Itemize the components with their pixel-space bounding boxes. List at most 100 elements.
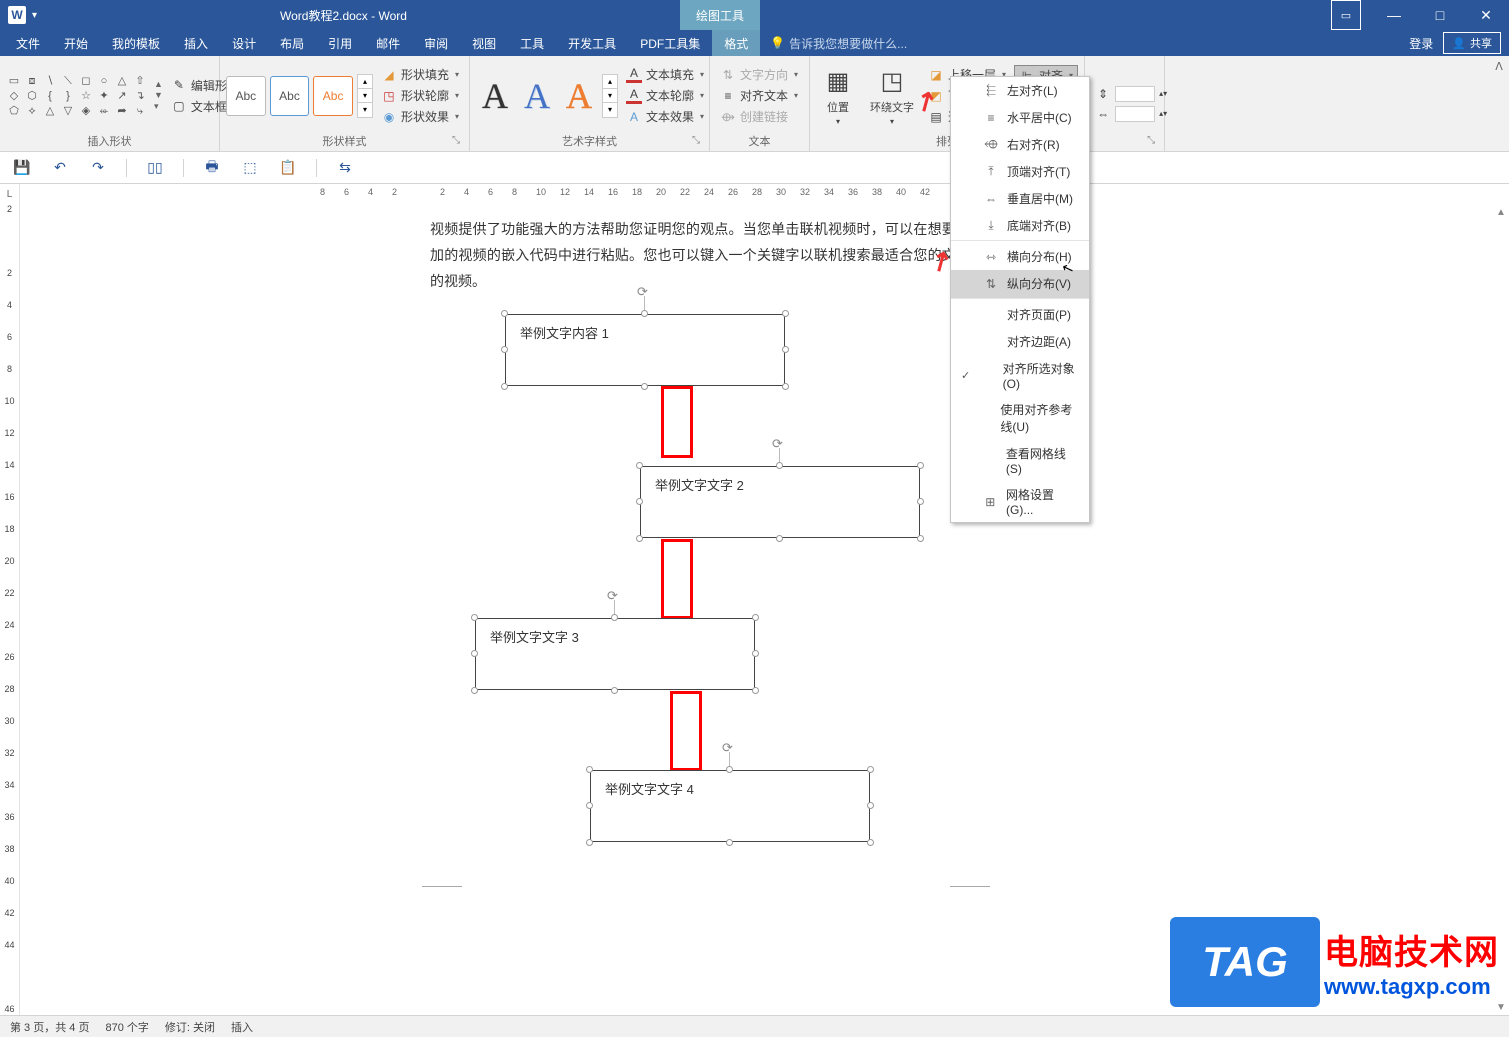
paste-icon[interactable]: 📋 — [278, 158, 298, 178]
tab-review[interactable]: 审阅 — [412, 30, 460, 56]
text-outline-button[interactable]: A文本轮廓▾ — [622, 86, 708, 105]
login-link[interactable]: 登录 — [1409, 35, 1433, 52]
gallery-more-icon[interactable]: ▾ — [154, 101, 163, 112]
wordart-preset-3[interactable]: A — [560, 75, 598, 117]
close-button[interactable]: ✕ — [1463, 0, 1509, 30]
tab-file[interactable]: 文件 — [4, 30, 52, 56]
align-text-button[interactable]: ≡对齐文本▾ — [716, 86, 802, 105]
shape-box-4[interactable]: ⟳ 举例文字文字 4 — [590, 770, 870, 842]
wordart-preset-1[interactable]: A — [476, 75, 514, 117]
tab-format[interactable]: 格式 — [712, 30, 760, 56]
align-menu-item[interactable]: 对齐边距(A) — [951, 328, 1089, 355]
align-menu-item[interactable]: ✓对齐所选对象(O) — [951, 355, 1089, 396]
vertical-ruler[interactable]: 2246810121416182022242628303234363840424… — [0, 204, 20, 1015]
status-word-count[interactable]: 870 个字 — [105, 1019, 148, 1035]
align-menu-item[interactable]: ⇔垂直居中(M) — [951, 185, 1089, 212]
tab-insert[interactable]: 插入 — [172, 30, 220, 56]
width-input[interactable]: ⇔ ▴▾ — [1091, 105, 1171, 123]
share-button[interactable]: 👤 共享 — [1443, 32, 1501, 54]
shape-style-preset-1[interactable]: Abc — [226, 76, 266, 116]
tab-selector-icon[interactable]: L — [0, 184, 20, 204]
shape-styles-launcher-icon[interactable]: ⤡ — [449, 135, 463, 149]
redo-icon[interactable]: ↷ — [88, 158, 108, 178]
menu-item-label: 使用对齐参考线(U) — [1000, 401, 1079, 435]
status-insert-mode[interactable]: 插入 — [231, 1019, 253, 1035]
maximize-button[interactable]: □ — [1417, 0, 1463, 30]
qat-dropdown-icon[interactable]: ▾ — [32, 10, 37, 21]
print-icon[interactable]: 🖶 — [202, 158, 222, 178]
document-title: Word教程2.docx - Word — [280, 7, 407, 24]
width-icon: ⇔ — [1095, 106, 1111, 122]
align-menu-item[interactable]: ⊞网格设置(G)... — [951, 481, 1089, 522]
align-dropdown-menu: ⬱左对齐(L)≡水平居中(C)⬲右对齐(R)⤒顶端对齐(T)⇔垂直居中(M)⤓底… — [950, 76, 1090, 523]
align-menu-item[interactable]: 查看网格线(S) — [951, 440, 1089, 481]
switch-icon[interactable]: ⇆ — [335, 158, 355, 178]
styles-more-icon[interactable]: ▾ — [358, 103, 372, 117]
document-area: 2246810121416182022242628303234363840424… — [0, 204, 1509, 1015]
tab-references[interactable]: 引用 — [316, 30, 364, 56]
horizontal-ruler[interactable]: 8642246810121416182022242628303234363840… — [20, 184, 1509, 204]
shape-outline-button[interactable]: ◳形状轮廓▾ — [377, 86, 463, 105]
shape-box-1[interactable]: ⟳ 举例文字内容 1 — [505, 314, 785, 386]
ribbon-display-options-icon[interactable]: ▭ — [1331, 0, 1361, 30]
tell-me-search[interactable]: 💡 告诉我您想要做什么... — [770, 30, 907, 56]
menu-item-label: 对齐边距(A) — [1007, 333, 1071, 350]
shape-box-3[interactable]: ⟳ 举例文字文字 3 — [475, 618, 755, 690]
align-menu-item[interactable]: ⬲右对齐(R) — [951, 131, 1089, 158]
menu-item-icon: ⬱ — [983, 83, 999, 99]
watermark-url: www.tagxp.com — [1324, 974, 1499, 1000]
menu-item-label: 垂直居中(M) — [1007, 190, 1073, 207]
shape-box-2[interactable]: ⟳ 举例文字文字 2 — [640, 466, 920, 538]
tab-mailings[interactable]: 邮件 — [364, 30, 412, 56]
tab-pdf-tools[interactable]: PDF工具集 — [628, 30, 712, 56]
text-fill-button[interactable]: A文本填充▾ — [622, 65, 708, 84]
styles-up-icon[interactable]: ▴ — [358, 75, 372, 89]
body-paragraph[interactable]: 视频提供了功能强大的方法帮助您证明您的观点。当您单击联机视频时，可以在想要添加的… — [430, 216, 970, 294]
status-page[interactable]: 第 3 页，共 4 页 — [10, 1019, 89, 1035]
align-menu-item[interactable]: 对齐页面(P) — [951, 301, 1089, 328]
size-launcher-icon[interactable]: ⤡ — [1144, 135, 1158, 149]
align-menu-item[interactable]: ⤓底端对齐(B) — [951, 212, 1089, 241]
position-button[interactable]: ▦位置▾ — [816, 61, 860, 130]
shapes-gallery[interactable]: ▭⧈∖⟍◻○△⇧ ◇⬡{}☆✦↗↴ ⬠⟡△▽◈⬰➦⤷ — [6, 74, 148, 118]
text-outline-icon: A — [626, 88, 642, 104]
wrap-text-button[interactable]: ◳环绕文字▾ — [864, 61, 920, 130]
tab-home[interactable]: 开始 — [52, 30, 100, 56]
align-menu-item[interactable]: ⤒顶端对齐(T) — [951, 158, 1089, 185]
layout-icon[interactable]: ▯▯ — [145, 158, 165, 178]
shape-style-preset-3[interactable]: Abc — [313, 76, 353, 116]
gallery-up-icon[interactable]: ▲ — [154, 79, 163, 89]
tab-design[interactable]: 设计 — [220, 30, 268, 56]
shape-effects-button[interactable]: ◉形状效果▾ — [377, 107, 463, 126]
preview-icon[interactable]: ⬚ — [240, 158, 260, 178]
wordart-preset-2[interactable]: A — [518, 75, 556, 117]
tab-my-templates[interactable]: 我的模板 — [100, 30, 172, 56]
tab-developer[interactable]: 开发工具 — [556, 30, 628, 56]
vertical-scrollbar[interactable]: ▲ ▼ — [1493, 204, 1509, 1015]
watermark-overlay: TAG 电脑技术网 www.tagxp.com — [1170, 917, 1499, 1007]
shape-fill-button[interactable]: ◢形状填充▾ — [377, 65, 463, 84]
undo-icon[interactable]: ↶ — [50, 158, 70, 178]
shape-style-preset-2[interactable]: Abc — [270, 76, 310, 116]
height-input[interactable]: ⇕ ▴▾ — [1091, 85, 1171, 103]
scroll-up-icon[interactable]: ▲ — [1493, 204, 1509, 220]
menu-item-icon — [982, 453, 997, 469]
text-effects-button[interactable]: A文本效果▾ — [622, 107, 708, 126]
wordart-down-icon[interactable]: ▾ — [603, 89, 617, 103]
styles-down-icon[interactable]: ▾ — [358, 89, 372, 103]
align-menu-item[interactable]: 使用对齐参考线(U) — [951, 396, 1089, 440]
wordart-up-icon[interactable]: ▴ — [603, 75, 617, 89]
save-icon[interactable]: 💾 — [12, 158, 32, 178]
collapse-ribbon-icon[interactable]: ᐱ — [1489, 56, 1509, 151]
wordart-more-icon[interactable]: ▾ — [603, 103, 617, 117]
status-track-changes[interactable]: 修订: 关闭 — [165, 1019, 215, 1035]
tab-tools[interactable]: 工具 — [508, 30, 556, 56]
align-menu-item[interactable]: ≡水平居中(C) — [951, 104, 1089, 131]
align-menu-item[interactable]: ⬱左对齐(L) — [951, 77, 1089, 104]
tab-view[interactable]: 视图 — [460, 30, 508, 56]
wordart-launcher-icon[interactable]: ⤡ — [689, 135, 703, 149]
tab-layout[interactable]: 布局 — [268, 30, 316, 56]
document-canvas[interactable]: 视频提供了功能强大的方法帮助您证明您的观点。当您单击联机视频时，可以在想要添加的… — [20, 204, 1509, 1015]
minimize-button[interactable]: — — [1371, 0, 1417, 30]
gallery-down-icon[interactable]: ▼ — [154, 90, 163, 100]
